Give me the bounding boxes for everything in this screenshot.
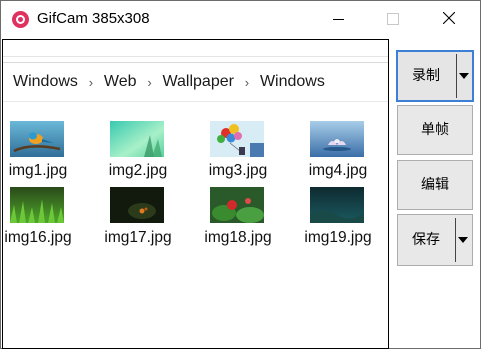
file-thumbnail-img16[interactable] [10,187,64,223]
file-thumbnail-img3[interactable] [210,121,264,157]
divider [3,101,388,102]
file-name[interactable]: img17.jpg [93,229,183,247]
file-name[interactable]: img19.jpg [293,229,383,247]
split-divider [456,54,457,98]
chevron-right-icon: › [244,74,250,90]
record-label: 录制 [412,68,440,84]
maximize-button[interactable] [366,1,412,37]
divider [3,56,388,57]
title-bar[interactable]: GifCam 385x308 [1,1,480,37]
breadcrumb: Windows › Web › Wallpaper › Windows [13,71,325,93]
file-thumbnail-img19[interactable] [310,187,364,223]
gifcam-app-icon [12,11,29,28]
file-name[interactable]: img16.jpg [3,229,83,247]
close-button[interactable] [425,1,471,37]
dropdown-arrow-icon[interactable] [459,73,469,79]
file-thumbnail-img18[interactable] [210,187,264,223]
save-button[interactable]: 保存 [397,214,473,266]
record-button[interactable]: 录制 [396,50,474,102]
breadcrumb-item[interactable]: Web [104,73,137,91]
divider [3,62,388,63]
file-name[interactable]: img1.jpg [3,162,83,180]
file-name[interactable]: img3.jpg [193,162,283,180]
capture-area[interactable]: Windows › Web › Wallpaper › Windows img1… [2,39,389,349]
edit-label: 编辑 [421,177,449,193]
frame-button[interactable]: 单帧 [397,105,473,155]
minimize-button[interactable] [319,1,365,37]
dropdown-arrow-icon[interactable] [458,237,468,243]
breadcrumb-item[interactable]: Wallpaper [163,73,234,91]
window-title: GifCam 385x308 [37,10,150,27]
frame-label: 单帧 [421,122,449,138]
split-divider [455,218,456,262]
file-thumbnail-img2[interactable] [110,121,164,157]
breadcrumb-item[interactable]: Windows [13,73,78,91]
gifcam-window: GifCam 385x308 Windows › Web › Wallpaper… [0,0,481,349]
chevron-right-icon: › [147,74,152,90]
file-thumbnail-img17[interactable] [110,187,164,223]
file-name[interactable]: img18.jpg [193,229,283,247]
chevron-right-icon: › [88,74,94,90]
file-name[interactable]: img2.jpg [93,162,183,180]
file-thumbnail-img1[interactable] [10,121,64,157]
save-label: 保存 [412,232,440,248]
file-thumbnail-img4[interactable] [310,121,364,157]
close-icon [443,12,455,24]
breadcrumb-item[interactable]: Windows [260,73,325,91]
file-name[interactable]: img4.jpg [293,162,383,180]
edit-button[interactable]: 编辑 [397,160,473,210]
